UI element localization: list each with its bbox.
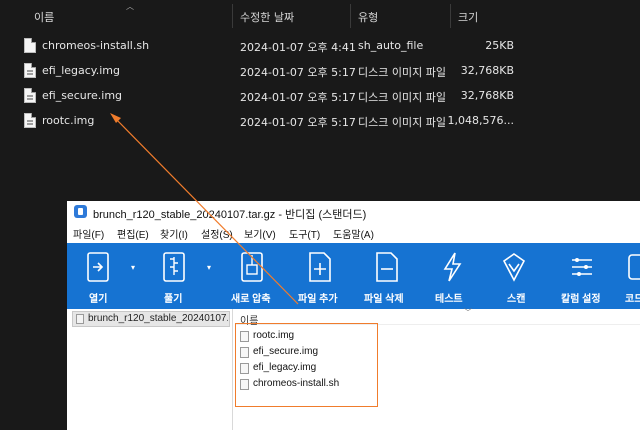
toolbar-label: 풀기 <box>164 294 183 305</box>
extract-button[interactable]: ▾ 풀기 <box>145 243 215 309</box>
test-button[interactable]: 테스트 <box>429 243 479 309</box>
file-date: 2024-01-07 오후 5:17 <box>240 66 356 79</box>
chevron-down-icon[interactable]: ▾ <box>131 263 135 272</box>
test-icon <box>443 252 462 282</box>
file-row[interactable]: efi_legacy.img 2024-01-07 오후 5:17 디스크 이미… <box>0 60 640 84</box>
file-type: 디스크 이미지 파일 <box>358 116 446 129</box>
column-header-name[interactable]: 이름 <box>34 9 54 25</box>
column-divider[interactable] <box>450 4 451 28</box>
file-type: sh_auto_file <box>358 39 424 52</box>
window-title: brunch_r120_stable_20240107.tar.gz - 반디집… <box>93 209 367 221</box>
column-header-date[interactable]: 수정한 날짜 <box>240 9 294 25</box>
file-name: efi_secure.img <box>42 89 123 102</box>
menu-settings[interactable]: 설정(S) <box>201 226 233 241</box>
column-settings-icon <box>572 258 592 276</box>
archive-icon <box>76 314 84 324</box>
toolbar-label: 새로 압축 <box>231 294 271 305</box>
bandizip-logo-icon <box>74 205 87 218</box>
menu-view[interactable]: 보기(V) <box>244 226 276 241</box>
menu-edit[interactable]: 편집(E) <box>117 226 149 241</box>
file-type: 디스크 이미지 파일 <box>358 91 446 104</box>
file-size: 25KB <box>485 39 514 52</box>
column-divider[interactable] <box>350 4 351 28</box>
file-date: 2024-01-07 오후 4:41 <box>240 41 356 54</box>
scan-icon <box>502 253 526 282</box>
delete-file-icon <box>376 252 398 282</box>
file-name: efi_legacy.img <box>42 64 120 77</box>
file-size: 1,048,576... <box>447 114 514 127</box>
column-settings-button[interactable]: 칼럼 설정 <box>555 243 613 309</box>
column-header-size[interactable]: 크기 <box>458 9 478 25</box>
file-size: 32,768KB <box>460 64 514 77</box>
chevron-down-icon: ﹀ <box>464 308 472 317</box>
archive-tree-pane: brunch_r120_stable_20240107.tar.gz <box>67 309 233 430</box>
extract-icon <box>163 252 185 282</box>
menu-find[interactable]: 찾기(I) <box>160 226 188 241</box>
code-icon <box>628 254 640 280</box>
file-name: chromeos-install.sh <box>42 39 150 52</box>
add-file-button[interactable]: 파일 추가 <box>292 243 352 309</box>
file-row[interactable]: chromeos-install.sh 2024-01-07 오후 4:41 s… <box>0 35 640 59</box>
file-size: 32,768KB <box>460 89 514 102</box>
sort-up-icon: ︿ <box>126 2 134 11</box>
file-type: 디스크 이미지 파일 <box>358 66 446 79</box>
archive-tree-item[interactable]: brunch_r120_stable_20240107.tar.gz <box>72 311 230 327</box>
highlight-box <box>235 323 378 407</box>
toolbar-label: 열기 <box>89 294 108 305</box>
toolbar-label: 스캔 <box>507 294 526 305</box>
toolbar: ▾ 열기 ▾ 풀기 새로 압축 파일 추가 파일 삭제 테스트 스캔 칼럼 설정… <box>67 243 640 309</box>
file-name: rootc.img <box>42 114 95 127</box>
toolbar-label: 코드 <box>625 294 640 305</box>
toolbar-label: 파일 추가 <box>298 294 338 305</box>
new-archive-icon <box>241 252 263 282</box>
file-date: 2024-01-07 오후 5:17 <box>240 116 356 129</box>
open-button[interactable]: ▾ 열기 <box>67 243 135 309</box>
menu-bar: 파일(F) 편집(E) 찾기(I) 설정(S) 보기(V) 도구(T) 도움말(… <box>67 223 640 243</box>
menu-file[interactable]: 파일(F) <box>73 226 104 241</box>
code-button[interactable]: 코드 <box>623 243 640 309</box>
scan-button[interactable]: 스캔 <box>499 243 549 309</box>
toolbar-label: 테스트 <box>435 294 463 305</box>
file-icon <box>24 38 36 53</box>
file-row[interactable]: rootc.img 2024-01-07 오후 5:17 디스크 이미지 파일 … <box>0 110 640 134</box>
column-divider[interactable] <box>232 4 233 28</box>
file-date: 2024-01-07 오후 5:17 <box>240 91 356 104</box>
disk-image-icon <box>24 113 36 128</box>
delete-file-button[interactable]: 파일 삭제 <box>359 243 419 309</box>
disk-image-icon <box>24 88 36 103</box>
toolbar-label: 파일 삭제 <box>364 294 404 305</box>
chevron-down-icon[interactable]: ▾ <box>207 263 211 272</box>
open-icon <box>87 252 109 282</box>
archive-tree-label: brunch_r120_stable_20240107.tar.gz <box>88 313 228 324</box>
toolbar-label: 칼럼 설정 <box>561 294 601 305</box>
menu-tools[interactable]: 도구(T) <box>289 226 320 241</box>
new-archive-button[interactable]: 새로 압축 <box>222 243 282 309</box>
disk-image-icon <box>24 63 36 78</box>
file-row[interactable]: efi_secure.img 2024-01-07 오후 5:17 디스크 이미… <box>0 85 640 109</box>
add-file-icon <box>309 252 331 282</box>
menu-help[interactable]: 도움말(A) <box>333 226 374 241</box>
column-header-type[interactable]: 유형 <box>358 9 378 25</box>
title-bar[interactable]: brunch_r120_stable_20240107.tar.gz - 반디집… <box>67 201 640 223</box>
